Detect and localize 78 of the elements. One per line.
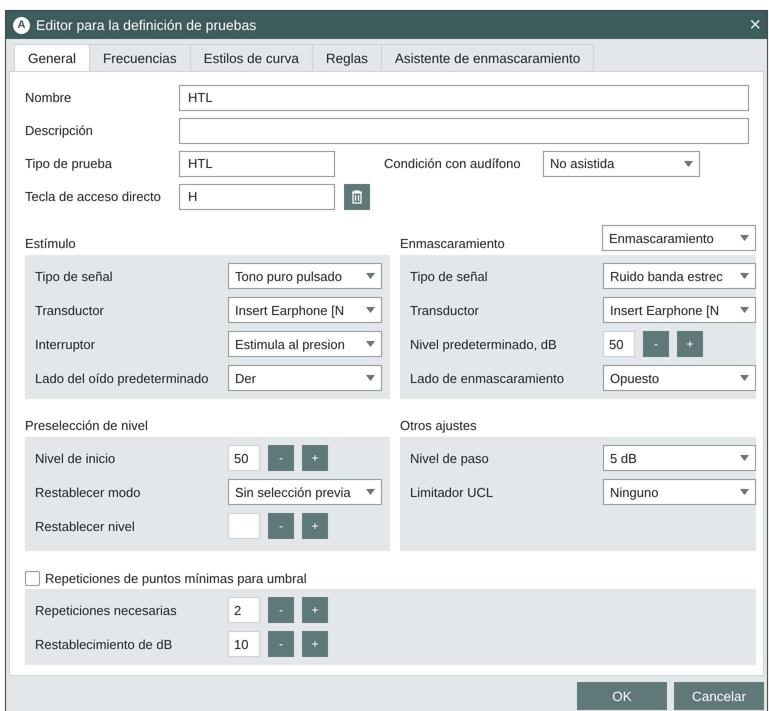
number-field[interactable]: 50	[228, 445, 260, 471]
section-title: Estímulo	[25, 236, 76, 251]
tab[interactable]: Asistente de enmascaramiento	[380, 44, 594, 71]
increment-button[interactable]: +	[302, 445, 328, 471]
number-field[interactable]: 10	[228, 631, 260, 657]
increment-button[interactable]: +	[302, 597, 328, 623]
window-title: Editor para la definición de pruebas	[36, 17, 258, 33]
increment-button[interactable]: +	[302, 513, 328, 539]
field-label: Interruptor	[35, 336, 96, 352]
trash-icon	[351, 190, 363, 204]
field-label: Nivel de inicio	[35, 450, 116, 466]
section-title: Preselección de nivel	[25, 418, 148, 433]
dropdown[interactable]: Insert Earphone [N	[603, 297, 756, 323]
text-field[interactable]: H	[179, 184, 335, 210]
field-label: Nombre	[25, 90, 72, 105]
text-field[interactable]	[179, 118, 749, 144]
dropdown[interactable]: 5 dB	[603, 445, 756, 471]
section-title: Otros ajustes	[400, 418, 477, 433]
dropdown[interactable]: Ninguno	[603, 479, 756, 505]
caret-icon	[740, 489, 749, 495]
dropdown[interactable]: No asistida	[543, 150, 700, 176]
field-label: Tipo de señal	[35, 268, 114, 284]
caret-icon	[684, 160, 693, 166]
caret-icon	[366, 273, 375, 279]
dialog-button[interactable]: OK	[577, 682, 667, 710]
dialog-button[interactable]: Cancelar	[674, 682, 764, 710]
caret-icon	[740, 307, 749, 313]
text-field[interactable]: HTL	[179, 150, 335, 176]
dropdown[interactable]: Estimula al presion	[228, 331, 382, 357]
text-field[interactable]: HTL	[179, 84, 749, 110]
checkbox[interactable]	[25, 570, 40, 586]
field-label: Lado del oído predeterminado	[35, 370, 210, 386]
field-label: Tipo de prueba	[25, 156, 113, 171]
field-label: Restablecimiento de dB	[35, 636, 174, 652]
decrement-button[interactable]: -	[268, 597, 294, 623]
field-label: Restablecer modo	[35, 484, 142, 500]
decrement-button[interactable]: -	[268, 445, 294, 471]
dropdown[interactable]: Insert Earphone [N	[228, 297, 382, 323]
field-label: Nivel de paso	[410, 450, 490, 466]
number-field[interactable]: 50	[603, 331, 635, 357]
field-label: Restablecer nivel	[35, 518, 136, 534]
number-field[interactable]: 2	[228, 597, 260, 623]
tab[interactable]: General	[14, 44, 90, 71]
caret-icon	[366, 307, 375, 313]
caret-icon	[740, 273, 749, 279]
app-logo: A	[13, 16, 30, 34]
delete-button[interactable]	[344, 184, 370, 210]
field-label: Tipo de señal	[410, 268, 489, 284]
field-label: Tecla de acceso directo	[25, 189, 162, 204]
caret-icon	[740, 375, 749, 381]
checkbox-label: Repeticiones de puntos mínimas para umbral	[45, 570, 307, 586]
field-label: Transductor	[35, 302, 105, 318]
field-label: Lado de enmascaramiento	[410, 370, 565, 386]
section-title: Enmascaramiento	[400, 236, 505, 251]
dropdown[interactable]: Sin selección previa	[228, 479, 382, 505]
decrement-button[interactable]: -	[268, 631, 294, 657]
field-label: Transductor	[410, 302, 480, 318]
field-label: Nivel predeterminado, dB	[410, 336, 558, 352]
decrement-button[interactable]: -	[643, 331, 669, 357]
increment-button[interactable]: +	[677, 331, 703, 357]
dropdown[interactable]: Opuesto	[603, 365, 756, 391]
field-label: Repeticiones necesarias	[35, 602, 178, 618]
dropdown[interactable]: Enmascaramiento	[602, 225, 756, 251]
caret-icon	[366, 375, 375, 381]
field-label: Condición con audífono	[384, 156, 522, 171]
dropdown[interactable]: Tono puro pulsado	[228, 263, 382, 289]
decrement-button[interactable]: -	[268, 513, 294, 539]
caret-icon	[366, 341, 375, 347]
dropdown[interactable]: Der	[228, 365, 382, 391]
caret-icon	[740, 455, 749, 461]
close-icon[interactable]: ×	[749, 15, 761, 35]
field-label: Descripción	[25, 123, 94, 138]
increment-button[interactable]: +	[302, 631, 328, 657]
field-label: Limitador UCL	[410, 484, 494, 500]
dropdown[interactable]: Ruido banda estrec	[603, 263, 756, 289]
caret-icon	[740, 235, 749, 241]
caret-icon	[366, 489, 375, 495]
number-field[interactable]	[228, 513, 260, 539]
